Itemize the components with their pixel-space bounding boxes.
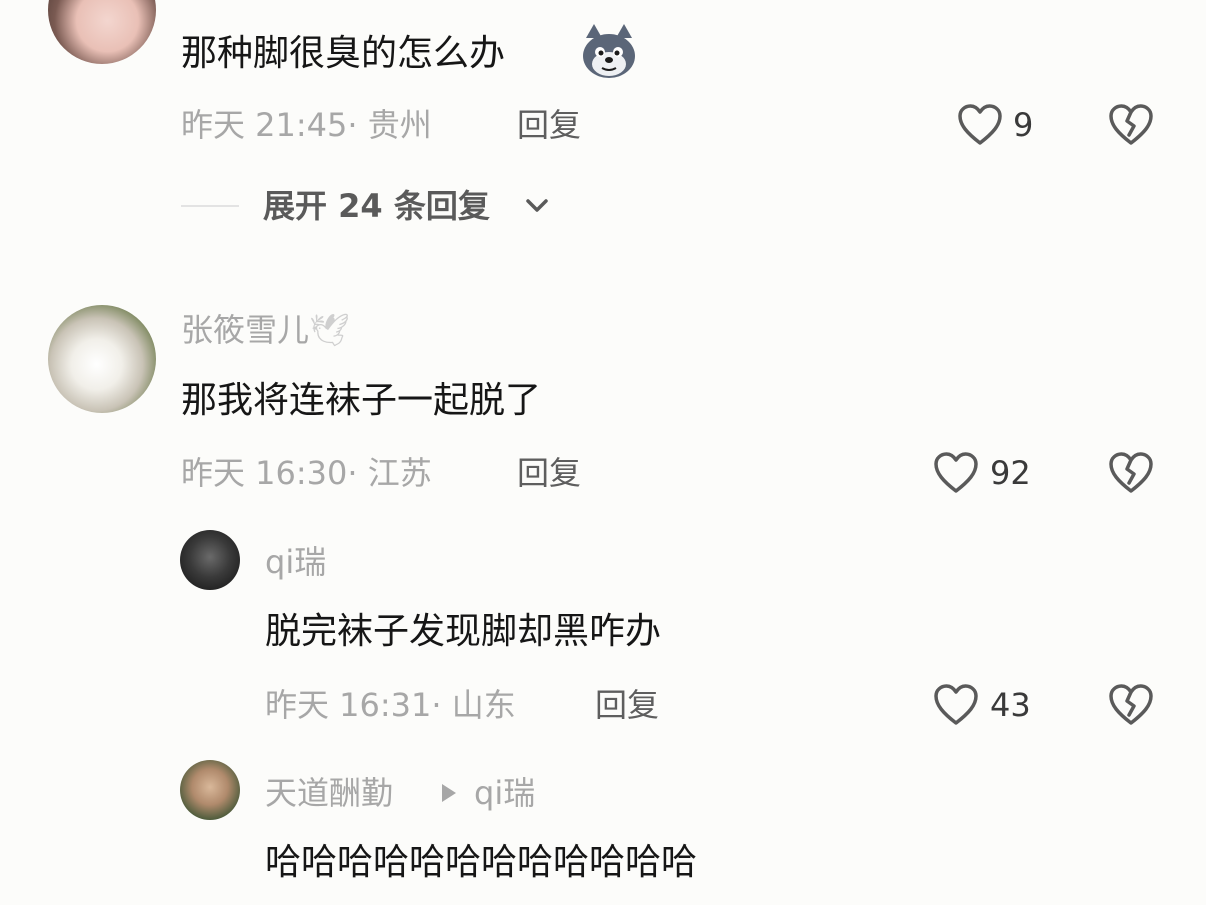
avatar[interactable] [48,305,156,413]
comment-timestamp: 昨天 16:30· 江苏 [181,454,432,492]
reply-to-username[interactable]: qi瑞 [474,777,535,809]
reply-button[interactable]: 回复 [517,457,581,489]
expand-replies-button[interactable]: 展开 24 条回复 [263,190,490,222]
like-count: 43 [990,686,1031,724]
avatar[interactable] [48,0,156,64]
reply-button[interactable]: 回复 [517,109,581,141]
dislike-broken-heart-icon[interactable] [1107,451,1155,495]
divider [181,205,239,207]
like-heart-icon[interactable] [933,683,979,727]
comment-text: 那我将连袜子一起脱了 [181,380,542,421]
comment-text: 那种脚很臭的怎么办 [181,33,506,74]
avatar[interactable] [180,530,240,590]
like-heart-icon[interactable] [957,103,1003,147]
reply-text: 哈哈哈哈哈哈哈哈哈哈哈哈 [265,842,698,883]
dislike-broken-heart-icon[interactable] [1107,103,1155,147]
avatar[interactable] [180,760,240,820]
dislike-broken-heart-icon[interactable] [1107,683,1155,727]
reply-timestamp: 昨天 16:31· 山东 [265,686,516,724]
username[interactable]: 张筱雪儿🕊 [181,314,350,346]
username[interactable]: qi瑞 [265,546,326,578]
like-count: 9 [1013,106,1034,144]
username[interactable]: 天道酬勤 [265,777,393,809]
comment-timestamp: 昨天 21:45· 贵州 [181,106,432,144]
reply-button[interactable]: 回复 [595,689,659,721]
like-heart-icon[interactable] [933,451,979,495]
wolf-face-icon [580,22,638,80]
chevron-down-icon[interactable] [524,196,550,216]
dove-icon: 🕊 [309,311,350,349]
like-count: 92 [990,454,1031,492]
reply-arrow-icon [438,780,460,806]
reply-text: 脱完袜子发现脚却黑咋办 [265,611,662,652]
